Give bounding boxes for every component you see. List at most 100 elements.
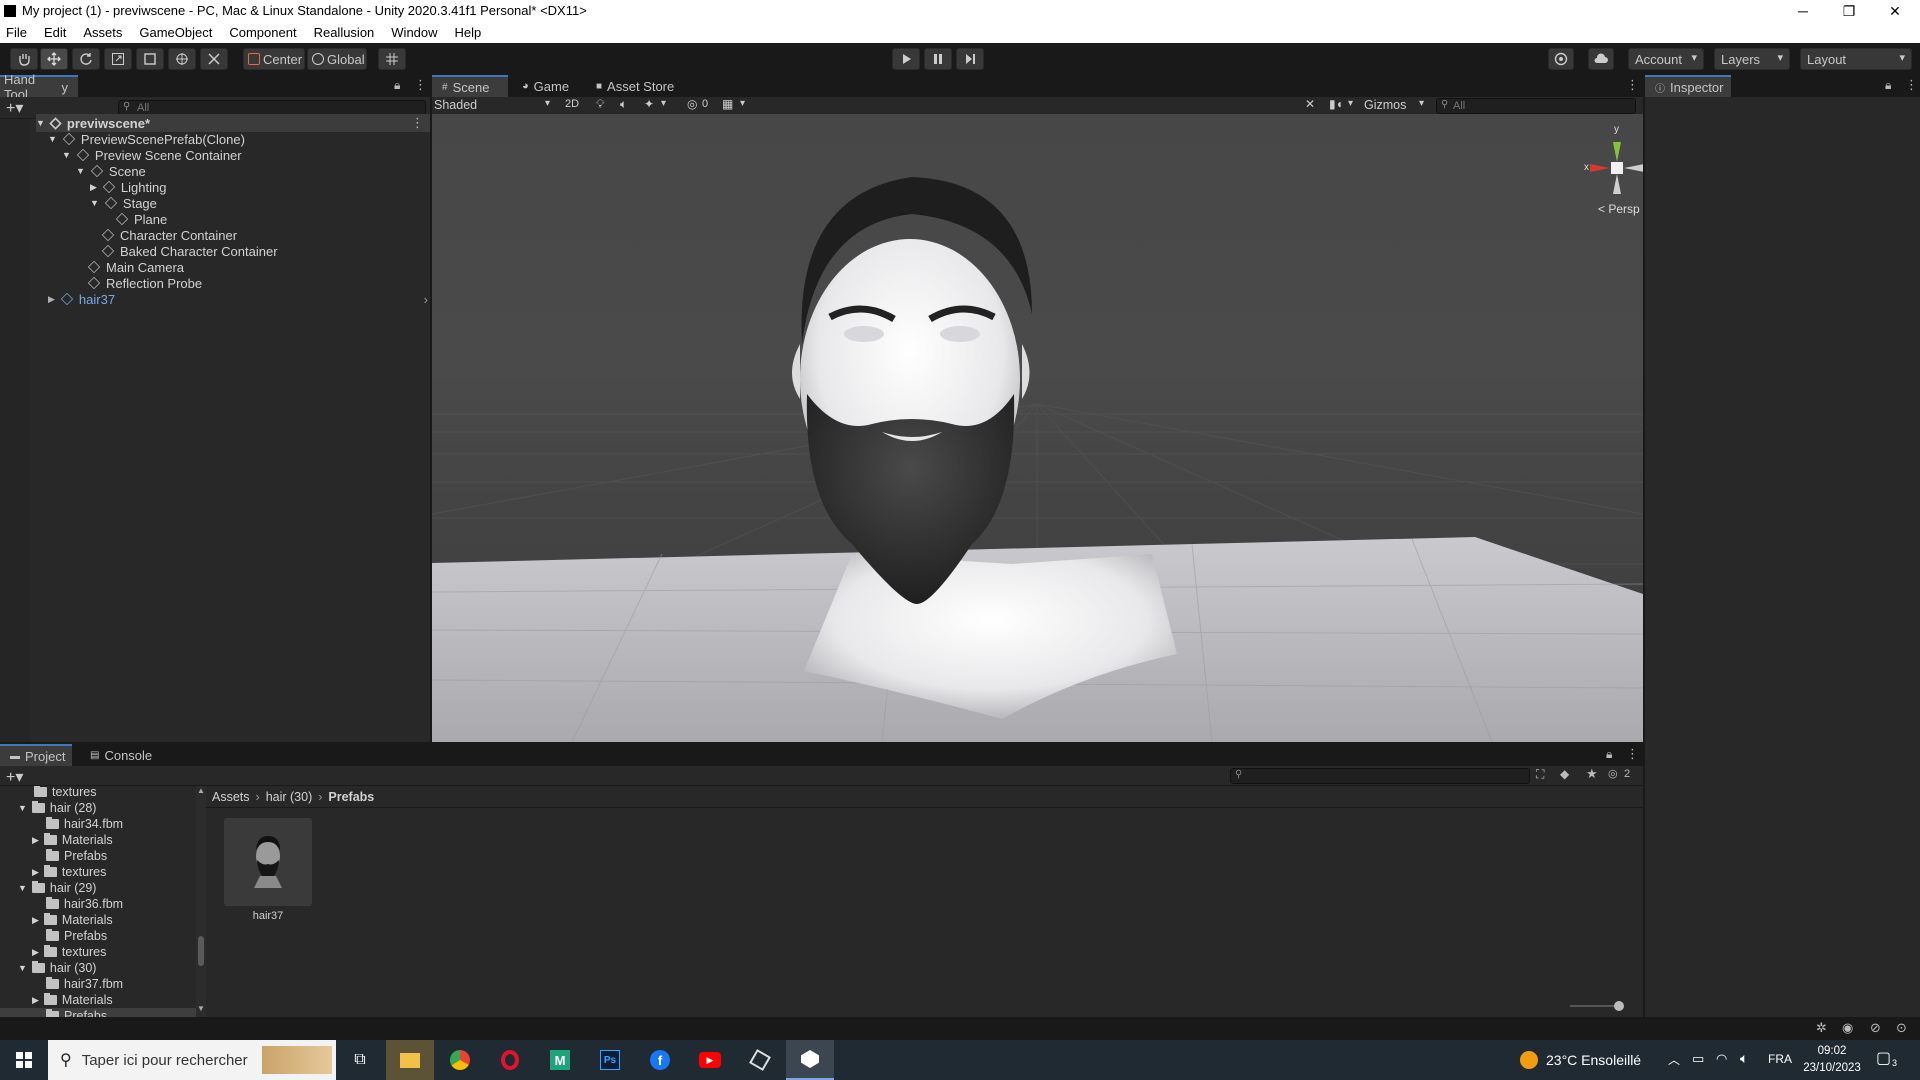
hierarchy-item[interactable]: ▼ Stage [90,195,157,211]
breadcrumb-prefabs[interactable]: Prefabs [328,790,374,804]
projection-toggle[interactable]: < Persp [1598,202,1640,216]
hierarchy-item[interactable]: Baked Character Container [101,243,278,259]
pivot-rotation-button[interactable]: Global [307,48,367,70]
hidden-packages-icon[interactable]: ◎ [1608,767,1618,780]
lock-icon[interactable]: 🔒︎ [1606,747,1612,762]
cache-server-icon[interactable]: ⊙ [1896,1020,1907,1036]
progress-icon[interactable]: ◉ [1842,1020,1853,1036]
grid-toggle-icon[interactable]: ▦ [722,97,733,111]
camera-dropdown-chevron-icon[interactable]: ▾ [1348,98,1353,109]
account-dropdown[interactable]: Account [1628,48,1704,70]
menu-assets[interactable]: Assets [83,25,122,40]
create-asset-button[interactable]: +▾ [6,767,23,787]
folder-tree-scrollbar[interactable]: ▲ ▼ [196,786,206,1017]
thumbnail-size-slider[interactable] [1570,1001,1630,1011]
play-button[interactable] [892,48,920,70]
language-indicator[interactable]: FRA [1768,1052,1792,1066]
menu-edit[interactable]: Edit [44,25,66,40]
folder-item[interactable]: ▼ hair (29) [18,880,96,896]
clock[interactable]: 09:02 23/10/2023 [1800,1043,1864,1077]
hand-tool-button[interactable] [10,48,38,70]
2d-mode-toggle[interactable]: 2D [560,98,584,114]
tab-scene[interactable]: # Scene [432,75,508,97]
start-button[interactable] [0,1040,48,1080]
step-button[interactable] [956,48,984,70]
move-tool-button[interactable] [40,48,68,70]
folder-item[interactable]: ▶ textures [32,864,106,880]
camera-settings-icon[interactable]: ▮◖ [1329,97,1343,111]
breadcrumb-assets[interactable]: Assets [212,790,250,804]
kebab-menu-icon[interactable]: ⋮ [1626,746,1639,762]
collab-button[interactable] [1548,48,1574,70]
menu-help[interactable]: Help [455,25,482,40]
grid-dropdown-chevron-icon[interactable]: ▾ [740,98,745,109]
folder-item[interactable]: hair37.fbm [46,976,123,992]
taskbar-opera[interactable] [486,1040,534,1080]
tab-inspector[interactable]: ⓘ Inspector [1645,75,1731,97]
task-view-button[interactable]: ⧉ [336,1040,384,1080]
menu-reallusion[interactable]: Reallusion [314,25,375,40]
taskbar-app-m[interactable]: M [536,1040,584,1080]
taskbar-unity-editor[interactable] [786,1040,834,1080]
layers-dropdown[interactable]: Layers [1714,48,1790,70]
orientation-gizmo[interactable]: y x 🔒︎ < Persp [1584,124,1643,216]
scene-tools-icon[interactable]: ✕ [1305,97,1315,111]
tray-chevron-up-icon[interactable]: ︿ [1668,1051,1680,1068]
scale-tool-button[interactable] [104,48,132,70]
auto-generate-lighting-icon[interactable]: ⊘ [1870,1020,1881,1036]
menu-window[interactable]: Window [391,25,437,40]
gizmos-dropdown[interactable]: Gizmos ▾ [1364,98,1428,114]
layout-dropdown[interactable]: Layout [1800,48,1912,70]
menu-component[interactable]: Component [229,25,296,40]
wifi-icon[interactable]: ◠ [1716,1051,1727,1067]
scroll-up-icon[interactable]: ▲ [197,786,205,795]
taskbar-facebook[interactable]: f [636,1040,684,1080]
scene-search-input[interactable]: ⚲ All [1436,98,1636,114]
rect-tool-button[interactable] [136,48,164,70]
close-button[interactable]: ✕ [1872,0,1918,22]
taskbar-youtube[interactable]: ▶ [686,1040,734,1080]
effects-dropdown-chevron-icon[interactable]: ▾ [661,98,666,109]
tab-game[interactable]: ◕ Game [512,75,582,97]
hierarchy-item[interactable]: ▼ Preview Scene Container [62,147,242,163]
notification-center-button[interactable]: ▢ 3 [1876,1048,1906,1072]
transform-tool-button[interactable] [168,48,196,70]
folder-item[interactable]: Prefabs [46,928,107,944]
grid-snap-button[interactable] [378,48,406,70]
scroll-down-icon[interactable]: ▼ [197,1004,205,1013]
folder-item[interactable]: ▼ hair (30) [18,960,96,976]
folder-item[interactable]: ▶ Materials [32,832,113,848]
folder-item[interactable]: Prefabs [46,848,107,864]
scrollbar-thumb[interactable] [198,936,204,966]
menu-file[interactable]: File [6,25,27,40]
kebab-menu-icon[interactable]: ⋮ [1905,77,1918,93]
lock-icon[interactable]: 🔒︎ [1885,78,1891,93]
folder-item[interactable]: ▼ hair (28) [18,800,96,816]
folder-item[interactable]: hair34.fbm [46,816,123,832]
hierarchy-item[interactable]: ▶ Lighting [90,179,166,195]
slider-thumb[interactable] [1614,1001,1624,1011]
hierarchy-item[interactable]: ▼ PreviewScenePrefab(Clone) [48,131,245,147]
volume-icon[interactable]: 🔈︎ [1740,1050,1748,1067]
cloud-button[interactable] [1588,48,1614,70]
folder-item[interactable]: ▶ Materials [32,912,113,928]
search-by-type-icon[interactable]: ⛶ [1536,767,1544,782]
project-search-input[interactable]: ⚲ [1230,768,1530,784]
shading-mode-dropdown[interactable]: Shaded ▾ [434,98,554,114]
restore-button[interactable]: ❐ [1826,0,1872,22]
hierarchy-item[interactable]: Main Camera [87,259,184,275]
taskbar-search-box[interactable]: ⚲ Taper ici pour rechercher [48,1040,336,1080]
weather-widget[interactable]: 23°C Ensoleillé [1520,1040,1641,1080]
effects-toggle-icon[interactable]: ✦ [644,97,654,111]
hierarchy-item[interactable]: ▼ Scene [76,163,146,179]
menu-gameobject[interactable]: GameObject [139,25,212,40]
battery-icon[interactable]: ▭ [1692,1051,1704,1067]
taskbar-photoshop[interactable]: Ps [586,1040,634,1080]
tab-asset-store[interactable]: ■ Asset Store [586,75,686,97]
tab-hierarchy[interactable]: Hand Tool y [0,72,78,102]
lock-icon[interactable]: 🔒︎ [394,78,400,93]
folder-item[interactable]: textures [34,786,96,800]
scene-viewport[interactable]: y x 🔒︎ < Persp [432,114,1643,742]
asset-tile-hair37[interactable]: hair37 [224,818,312,924]
tab-console[interactable]: ▤ Console [80,744,160,766]
